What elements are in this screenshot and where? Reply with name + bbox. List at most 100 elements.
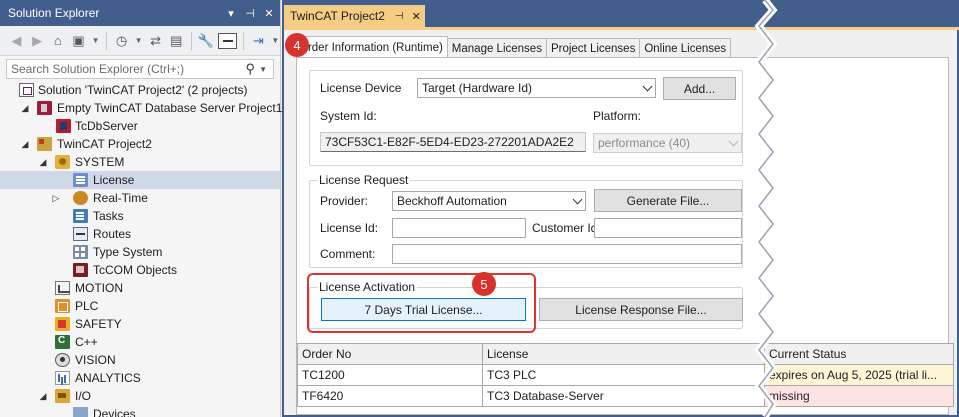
tree-item-tcdbserver[interactable]: TcDbServer bbox=[0, 117, 280, 135]
tab-project-licenses[interactable]: Project Licenses bbox=[545, 38, 641, 58]
tree-item-io[interactable]: ◢ I/O bbox=[0, 387, 280, 405]
table-row[interactable]: TC1200 TC3 PLC expires on Aug 5, 2025 (t… bbox=[297, 364, 954, 386]
license-response-file-button[interactable]: License Response File... bbox=[539, 298, 743, 321]
tree-item-tasks[interactable]: Tasks bbox=[0, 207, 280, 225]
order-no-cell: TC1200 bbox=[297, 364, 483, 386]
tree-item-devices[interactable]: Devices bbox=[0, 405, 280, 417]
step5-highlight-box bbox=[307, 273, 536, 333]
expanded-arrow-icon[interactable]: ◢ bbox=[20, 139, 30, 150]
document-tab-twincat-project2[interactable]: TwinCAT Project2 ⊣ ✕ bbox=[284, 5, 425, 27]
customer-id-input[interactable] bbox=[594, 218, 742, 238]
pin-icon[interactable]: ⊣ bbox=[395, 11, 404, 22]
tree-item-label: TcDbServer bbox=[75, 119, 138, 133]
provider-select[interactable]: Beckhoff Automation bbox=[392, 191, 586, 211]
tree-item-routes[interactable]: Routes bbox=[0, 225, 280, 243]
tree-item-label: I/O bbox=[75, 389, 92, 403]
document-tab-title: TwinCAT Project2 bbox=[290, 9, 385, 23]
expanded-arrow-icon[interactable]: ◢ bbox=[38, 157, 48, 168]
tab-order-information[interactable]: Order Information (Runtime) bbox=[294, 36, 448, 58]
pin-toolbar-icon[interactable]: ⇥ bbox=[250, 32, 267, 50]
column-header-current-status[interactable]: Current Status bbox=[764, 343, 954, 365]
tree-item-label: PLC bbox=[75, 299, 99, 313]
license-cell: TC3 Database-Server bbox=[482, 385, 765, 407]
close-icon[interactable]: ✕ bbox=[261, 7, 277, 20]
back-icon[interactable]: ◀ bbox=[8, 32, 25, 50]
switch-views-icon[interactable]: ▣ bbox=[70, 32, 87, 50]
solution-explorer-titlebar: Solution Explorer ▾ ⊣ ✕ bbox=[0, 0, 280, 26]
document-area: TwinCAT Project2 ⊣ ✕ Order Information (… bbox=[282, 0, 959, 417]
generate-file-button[interactable]: Generate File... bbox=[594, 189, 742, 212]
tab-online-licenses[interactable]: Online Licenses bbox=[639, 38, 732, 58]
routes-icon bbox=[73, 227, 88, 241]
tree-item-label: TcCOM Objects bbox=[93, 263, 178, 277]
license-cell: TC3 PLC bbox=[482, 364, 765, 386]
collapse-all-icon[interactable]: ▤ bbox=[168, 32, 185, 50]
chevron-down-icon[interactable]: ▼ bbox=[134, 32, 143, 50]
provider-label: Provider: bbox=[320, 194, 369, 208]
table-row[interactable]: TF6420 TC3 Database-Server missing bbox=[297, 385, 954, 407]
database-project-icon bbox=[37, 101, 52, 115]
license-id-input[interactable] bbox=[392, 218, 526, 238]
tree-item-safety[interactable]: SAFETY bbox=[0, 315, 280, 333]
tree-item-vision[interactable]: VISION bbox=[0, 351, 280, 369]
safety-icon bbox=[55, 317, 70, 331]
system-id-field[interactable]: 73CF53C1-E82F-5ED4-ED23-272201ADA2E2 bbox=[320, 132, 586, 152]
collapsed-arrow-icon[interactable]: ▷ bbox=[51, 193, 61, 204]
tree-item-label: VISION bbox=[75, 353, 116, 367]
comment-input[interactable] bbox=[392, 244, 742, 264]
sync-icon[interactable]: ⇄ bbox=[147, 32, 164, 50]
column-header-order-no[interactable]: Order No bbox=[297, 343, 483, 365]
tree-item-label: SYSTEM bbox=[75, 155, 125, 169]
solution-icon bbox=[19, 83, 34, 97]
chevron-down-icon[interactable]: ▼ bbox=[259, 65, 267, 74]
motion-icon bbox=[55, 281, 70, 295]
tree-item-label: License bbox=[93, 173, 135, 187]
tree-item-tccom-objects[interactable]: TcCOM Objects bbox=[0, 261, 280, 279]
expanded-arrow-icon[interactable]: ◢ bbox=[38, 391, 48, 402]
search-input[interactable]: Search Solution Explorer (Ctrl+;) ⚲ ▼ bbox=[6, 59, 274, 79]
auto-hide-pin-icon[interactable]: ⊣ bbox=[242, 7, 258, 20]
chevron-down-icon[interactable]: ▼ bbox=[271, 32, 280, 50]
window-position-icon[interactable]: ▾ bbox=[223, 7, 239, 20]
tree-item-database-project[interactable]: ◢ Empty TwinCAT Database Server Project1 bbox=[0, 99, 282, 117]
tree-item-analytics[interactable]: ANALYTICS bbox=[0, 369, 280, 387]
expanded-arrow-icon[interactable]: ◢ bbox=[20, 103, 30, 114]
add-button[interactable]: Add... bbox=[663, 77, 736, 100]
search-placeholder: Search Solution Explorer (Ctrl+;) bbox=[11, 62, 185, 76]
tree-item-label: SAFETY bbox=[75, 317, 122, 331]
tree-item-label: Devices bbox=[93, 407, 136, 417]
solution-explorer: Solution Explorer ▾ ⊣ ✕ ◀ ▶ ⌂ ▣ ▼ ◷ ▼ ⇄ … bbox=[0, 0, 282, 417]
tree-item-system[interactable]: ◢ SYSTEM bbox=[0, 153, 280, 171]
analytics-icon bbox=[55, 371, 70, 385]
chevron-down-icon bbox=[572, 194, 583, 205]
tree-item-twincat-project[interactable]: ◢ TwinCAT Project2 bbox=[0, 135, 280, 153]
tree-item-cpp[interactable]: C++ bbox=[0, 333, 280, 351]
tree-item-motion[interactable]: MOTION bbox=[0, 279, 280, 297]
forward-icon[interactable]: ▶ bbox=[29, 32, 46, 50]
properties-wrench-icon[interactable]: 🔧 bbox=[198, 32, 215, 50]
close-icon[interactable]: ✕ bbox=[412, 10, 421, 23]
database-server-icon bbox=[56, 119, 71, 133]
tree-item-plc[interactable]: PLC bbox=[0, 297, 280, 315]
search-icon[interactable]: ⚲ bbox=[246, 61, 256, 77]
tccom-objects-icon bbox=[73, 263, 88, 277]
tree-item-solution[interactable]: Solution 'TwinCAT Project2' (2 projects) bbox=[0, 81, 280, 99]
type-system-icon bbox=[73, 245, 88, 259]
tab-manage-licenses[interactable]: Manage Licenses bbox=[446, 38, 547, 58]
license-device-select[interactable]: Target (Hardware Id) bbox=[417, 78, 656, 98]
column-header-license[interactable]: License bbox=[482, 343, 765, 365]
tree-item-realtime[interactable]: ▷ Real-Time bbox=[0, 189, 280, 207]
tree-item-label: Tasks bbox=[93, 209, 124, 223]
plc-icon bbox=[55, 299, 70, 313]
system-icon bbox=[55, 155, 70, 169]
pending-changes-icon[interactable]: ◷ bbox=[113, 32, 130, 50]
home-icon[interactable]: ⌂ bbox=[49, 32, 66, 50]
chevron-down-icon[interactable]: ▼ bbox=[91, 32, 100, 50]
tree-item-type-system[interactable]: Type System bbox=[0, 243, 280, 261]
step4-badge: 4 bbox=[285, 33, 309, 57]
customer-id-label: Customer Id: bbox=[532, 221, 601, 235]
preview-selected-items-icon[interactable] bbox=[218, 32, 238, 49]
cpp-icon bbox=[55, 335, 70, 349]
platform-label: Platform: bbox=[593, 109, 642, 123]
tree-item-license[interactable]: License bbox=[0, 171, 280, 189]
